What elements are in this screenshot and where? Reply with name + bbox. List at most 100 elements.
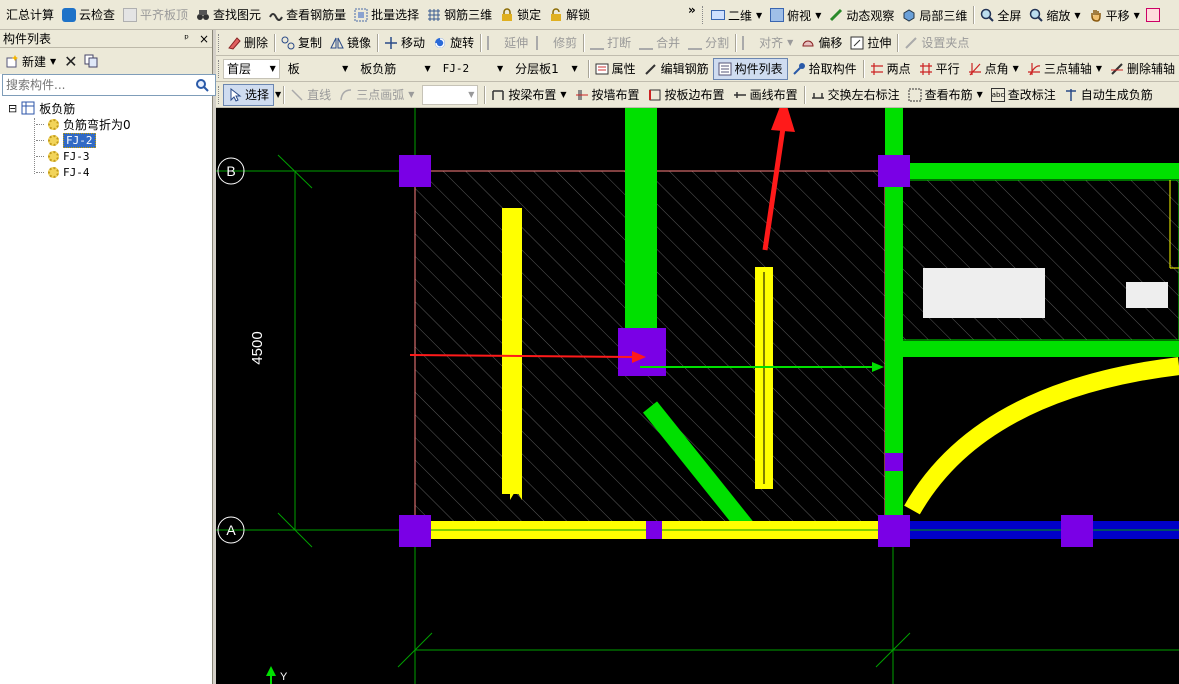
split-button[interactable]: 分割 [684, 32, 733, 54]
merge-button[interactable]: 合并 [635, 32, 684, 54]
beam-vertical-center[interactable] [625, 108, 657, 333]
component-list-panel: 构件列表 ᵖ × 新建▼ ✕ ⊟ 板负筋 负筋弯折为0 FJ-2 FJ-3 FJ… [0, 30, 216, 684]
search-input[interactable] [3, 76, 189, 94]
arc-icon [339, 88, 353, 102]
copy-component-icon[interactable] [84, 54, 98, 68]
tree-item[interactable]: FJ-3 [36, 148, 90, 164]
lock-button[interactable]: 锁定 [496, 4, 545, 26]
three-point-axis-button[interactable]: 三点辅轴 ▼ [1023, 58, 1106, 80]
tree-expander[interactable]: ⊟ [8, 103, 17, 114]
text-block[interactable] [1126, 282, 1168, 308]
edit-label-button[interactable]: abc 查改标注 [987, 84, 1060, 106]
toolbar-overflow-button[interactable]: » [688, 3, 696, 17]
delete-button[interactable]: 删除 [223, 32, 272, 54]
fullscreen-button[interactable]: 全屏 [976, 4, 1025, 26]
hand-icon [1089, 8, 1103, 22]
local-3d-button[interactable]: 局部三维 [898, 4, 971, 26]
drawing-canvas[interactable]: B A 4500 Y [216, 108, 1179, 684]
view-rebar-layout-button[interactable]: 查看布筋 ▼ [904, 84, 987, 106]
place-by-wall-button[interactable]: 按墙布置 [571, 84, 644, 106]
two-point-axis-button[interactable]: 两点 [866, 58, 915, 80]
stretch-button[interactable]: 拉伸 [846, 32, 895, 54]
rebar-fj-left[interactable] [502, 208, 522, 494]
move-icon [384, 36, 398, 50]
swap-icon [811, 88, 825, 102]
point-angle-axis-button[interactable]: 点角 ▼ [964, 58, 1023, 80]
move-button[interactable]: 移动 [380, 32, 429, 54]
tree-item-selected[interactable]: FJ-2 [36, 132, 96, 148]
mirror-button[interactable]: 镜像 [326, 32, 375, 54]
panel-close-button[interactable]: × [199, 32, 209, 46]
local-3d-icon [902, 8, 916, 22]
summary-calc-button[interactable]: 汇总计算 [2, 4, 58, 26]
view-toolbar: 二维 ▼ 俯视 ▼ 动态观察 局部三维 全屏 缩放 ▼ 平移 ▼ [700, 0, 1160, 29]
dynamic-view-button[interactable]: 动态观察 [825, 4, 898, 26]
more-view-icon[interactable] [1145, 8, 1160, 22]
floor-select[interactable]: 首层 ▼ [222, 58, 280, 79]
select-button[interactable]: 选择 [223, 83, 275, 106]
tree-root[interactable]: ⊟ 板负筋 [8, 100, 75, 116]
category-select[interactable]: 板 ▼ [284, 59, 353, 79]
tree-item[interactable]: 负筋弯折为0 [36, 116, 131, 132]
view-2d-button[interactable]: 二维 ▼ [707, 4, 766, 26]
set-grip-button[interactable]: 设置夹点 [900, 32, 973, 54]
zoom-button[interactable]: 缩放 ▼ [1025, 4, 1084, 26]
align-slab-top-button[interactable]: 平齐板顶 [119, 4, 192, 26]
copy-button[interactable]: 复制 [277, 32, 326, 54]
rebar-gear-icon [48, 166, 59, 178]
place-by-slab-edge-button[interactable]: 按板边布置 [644, 84, 729, 106]
layer-select[interactable]: 分层板1 ▼ [511, 59, 581, 79]
abc-icon: abc [990, 87, 1005, 102]
swap-labels-button[interactable]: 交换左右标注 [807, 84, 904, 106]
text-block[interactable] [923, 268, 1045, 318]
draw-line-place-button[interactable]: 画线布置 [729, 84, 802, 106]
arc-option-select[interactable]: ▼ [422, 84, 479, 105]
place-by-beam-button[interactable]: 按梁布置 ▼ [487, 84, 570, 106]
line-button[interactable]: 直线 [286, 84, 335, 106]
extend-button[interactable]: 延伸 [483, 32, 532, 54]
align-button[interactable]: 对齐 ▼ [738, 32, 797, 54]
beam-horizontal-middle[interactable] [893, 341, 1179, 357]
rebar-3d-icon [427, 8, 441, 22]
panel-header: 构件列表 ᵖ × [0, 30, 212, 48]
beam-horizontal-upper[interactable] [893, 163, 1179, 179]
curved-beam[interactable] [904, 357, 1179, 515]
unlock-button[interactable]: 解锁 [545, 4, 594, 26]
pan-button[interactable]: 平移 ▼ [1085, 4, 1144, 26]
rotate-button[interactable]: 旋转 [429, 32, 478, 54]
column [1061, 515, 1093, 547]
point-angle-icon [968, 62, 982, 76]
cloud-check-button[interactable]: 云检查 [58, 4, 119, 26]
pick-component-button[interactable]: 拾取构件 [788, 58, 861, 80]
search-icon[interactable] [195, 78, 209, 92]
align-icon [742, 35, 756, 50]
rebar-3d-button[interactable]: 钢筋三维 [423, 4, 496, 26]
parallel-axis-button[interactable]: 平行 [915, 58, 964, 80]
view-rebar-amount-button[interactable]: 查看钢筋量 [265, 4, 350, 26]
column [878, 515, 910, 547]
binoculars-icon [196, 8, 210, 22]
select-dropdown[interactable]: ▼ [275, 90, 281, 99]
auto-generate-rebar-button[interactable]: 自动生成负筋 [1060, 84, 1157, 106]
trim-button[interactable]: 修剪 [532, 32, 581, 54]
new-component-button[interactable]: 新建 ▼ [3, 50, 58, 72]
split-icon [688, 36, 703, 50]
edit-rebar-button[interactable]: 编辑钢筋 [640, 58, 713, 80]
type-select[interactable]: 板负筋 ▼ [356, 59, 434, 79]
component-select[interactable]: FJ-2 ▼ [439, 59, 508, 79]
component-list-button[interactable]: 构件列表 [712, 57, 788, 80]
slab-icon [123, 7, 138, 22]
offset-button[interactable]: 偏移 [797, 32, 846, 54]
find-element-button[interactable]: 查找图元 [192, 4, 265, 26]
properties-button[interactable]: 属性 [591, 58, 640, 80]
three-point-arc-button[interactable]: 三点画弧 ▼ [335, 84, 418, 106]
top-view-button[interactable]: 俯视 ▼ [766, 4, 825, 26]
tree-item[interactable]: FJ-4 [36, 164, 90, 180]
cad-drawing[interactable]: B A 4500 Y [216, 108, 1179, 684]
batch-select-button[interactable]: 批量选择 [350, 4, 423, 26]
delete-axis-button[interactable]: 删除辅轴 [1106, 58, 1179, 80]
delete-component-icon[interactable]: ✕ [64, 52, 77, 71]
pin-button[interactable]: ᵖ [184, 32, 189, 46]
break-button[interactable]: 打断 [586, 32, 635, 54]
rebar-gear-icon [48, 150, 59, 162]
